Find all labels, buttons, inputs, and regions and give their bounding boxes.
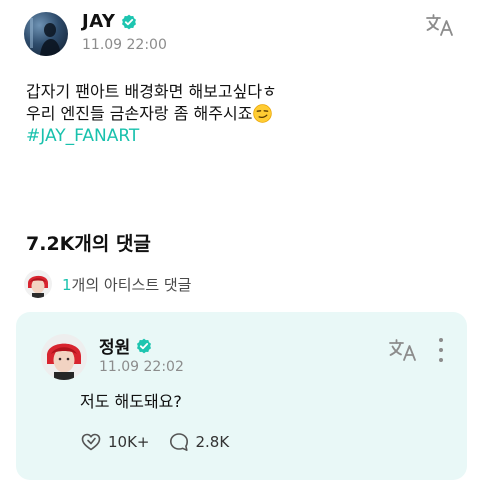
post-author[interactable]: JAY: [82, 11, 137, 32]
more-dot: [439, 358, 443, 362]
comment-avatar-image: [41, 334, 87, 380]
comment-bubble-icon: [169, 433, 188, 451]
post-author-name[interactable]: JAY: [82, 11, 115, 32]
avatar-image: [30, 18, 61, 56]
translate-icon: [389, 339, 416, 361]
post-translate-button[interactable]: [425, 13, 455, 41]
reply-count: 2.8K: [195, 433, 230, 451]
artist-comments-label: 1개의 아티스트 댓글: [62, 274, 191, 295]
like-button[interactable]: 10K+: [80, 431, 150, 453]
more-dot: [439, 338, 443, 342]
smirking-face-icon: [253, 104, 273, 123]
artist-comment-card: 정원 11.09 22:02 저도 해도돼요? 10K+ 2.8K: [16, 312, 467, 480]
like-count: 10K+: [108, 433, 150, 451]
comment-timestamp: 11.09 22:02: [99, 359, 184, 375]
post-author-avatar[interactable]: [24, 12, 68, 56]
post-hashtag-link[interactable]: #JAY_FANART: [26, 125, 277, 147]
translate-icon: [426, 14, 453, 36]
comment-author-avatar[interactable]: [41, 334, 87, 380]
like-icon: [81, 433, 101, 451]
post-text-line-2: 우리 엔진들 금손자랑 좀 해주시죠: [26, 103, 277, 125]
verified-badge-icon: [122, 14, 137, 29]
comment-text: 저도 해도돼요?: [80, 392, 182, 411]
post-text-line-2-text: 우리 엔진들 금손자랑 좀 해주시죠: [26, 104, 253, 123]
more-vertical-icon[interactable]: [435, 338, 447, 362]
artist-comments-text: 개의 아티스트 댓글: [71, 275, 192, 294]
artist-comments-count: 1: [62, 275, 72, 294]
comment-author-name[interactable]: 정원: [99, 333, 130, 358]
post-timestamp: 11.09 22:00: [82, 37, 167, 53]
comment-author[interactable]: 정원: [99, 333, 152, 358]
comments-count-title: 7.2K개의 댓글: [26, 233, 151, 255]
post-text-line-1: 갑자기 팬아트 배경화면 해보고싶다ㅎ: [26, 82, 277, 101]
reply-button[interactable]: 2.8K: [168, 431, 230, 453]
more-dot: [439, 348, 443, 352]
artist-avatar-image: [24, 270, 52, 298]
comment-actions: 10K+ 2.8K: [80, 431, 247, 453]
comment-translate-button[interactable]: [388, 338, 418, 366]
verified-badge-icon: [137, 338, 152, 353]
post-body: 갑자기 팬아트 배경화면 해보고싶다ㅎ 우리 엔진들 금손자랑 좀 해주시죠 #…: [26, 81, 277, 147]
artist-avatar: [24, 270, 52, 298]
artist-comments-filter[interactable]: 1개의 아티스트 댓글: [24, 270, 191, 298]
